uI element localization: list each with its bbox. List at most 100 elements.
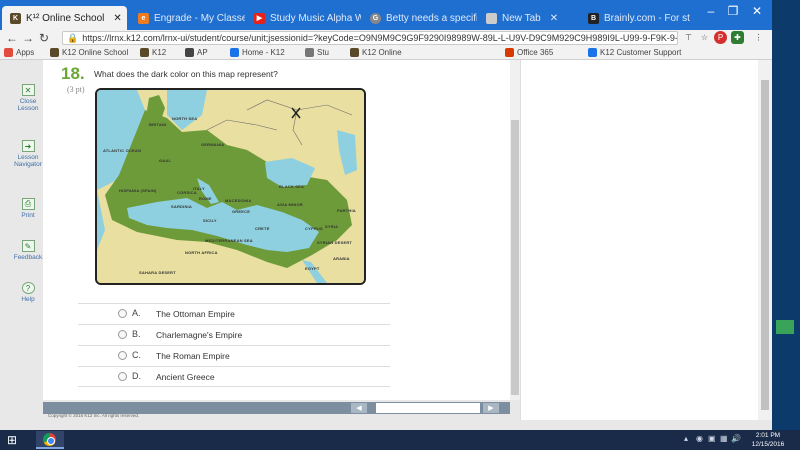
system-clock[interactable]: 2:01 PM 12/15/2016 [742,431,794,449]
filter-icon[interactable]: ⊤ [682,31,695,44]
k12-favicon-icon: K [10,12,21,24]
tab-k12-online-school[interactable]: K K¹² Online School ✕ [2,6,127,30]
clock-date: 12/15/2016 [751,441,785,448]
answer-option-b[interactable]: B. Charlemagne's Empire [78,324,390,345]
page-indicator [376,403,480,413]
forward-arrow-icon[interactable]: → [20,31,36,45]
tab-new-tab[interactable]: New Tab ✕ [478,6,578,30]
tray-app-icon[interactable]: ▣ [708,434,716,443]
bookmarks-bar: Apps K12 Online School K12 AP Home - K12… [0,46,772,60]
question-number: 18. [61,64,85,83]
answer-letter: A. [132,308,141,318]
bookmark-label: K12 Online School [62,48,129,57]
map-label-gaul: GAUL [159,158,172,163]
minimize-icon[interactable]: – [700,4,722,18]
map-label-crete: Crete [255,226,270,231]
bookmark-ap[interactable]: AP [185,48,208,57]
star-icon[interactable]: ☆ [698,31,711,44]
map-label-cyprus: Cyprus [305,226,323,231]
taskbar: ⊞ ▴ ◉ ▣ ▦ 🔊 2:01 PM 12/15/2016 [0,430,800,450]
tab-title: Study Music Alpha W [270,12,361,24]
scroll-thumb[interactable] [761,80,769,410]
rail-label: Print [21,212,35,219]
bookmark-k12-online-school[interactable]: K12 Online School [50,48,128,57]
lesson-navigator-button[interactable]: ➜ Lesson Navigator [10,140,46,168]
rail-label: Help [21,296,35,303]
question-points: (3 pt) [67,85,85,94]
bookmark-k12[interactable]: K12 [140,48,166,57]
apps-icon [4,48,13,57]
ap-icon [185,48,194,57]
radio-button[interactable] [118,330,127,339]
home-icon [230,48,239,57]
navigator-arrow-icon: ➜ [21,140,35,152]
next-page-button[interactable]: ▶ [483,403,499,413]
radio-button[interactable] [118,351,127,360]
address-bar[interactable]: 🔒 https://lrnx.k12.com/lrnx-ui/student/c… [62,31,678,45]
map-label-black-sea: BLACK SEA [279,184,305,189]
engrade-favicon-icon: e [138,12,149,24]
k12-icon [50,48,59,57]
question-scrollbar[interactable] [510,60,520,400]
close-icon[interactable]: ✕ [113,13,121,24]
answer-letter: B. [132,329,141,339]
bookmark-home-k12[interactable]: Home - K12 [230,48,285,57]
close-lesson-icon: ✕ [21,84,35,96]
right-pane [520,60,758,420]
bookmark-label: Office 365 [517,48,554,57]
volume-icon[interactable]: 🔊 [731,434,741,443]
tray-chrome-icon[interactable]: ◉ [696,434,703,443]
rail-label: Close Lesson [17,98,39,112]
windows-start-icon[interactable]: ⊞ [4,433,20,447]
menu-icon[interactable]: ⋮ [752,31,765,44]
answer-option-d[interactable]: D. Ancient Greece [78,366,390,387]
tab-title: K¹² Online School [26,12,105,24]
maximize-icon[interactable]: ❐ [722,4,744,18]
bookmark-k12-customer-support[interactable]: K12 Customer Support [588,48,681,57]
rail-label: Lesson Navigator [14,154,42,168]
bookmark-k12-online[interactable]: K12 Online [350,48,402,57]
map-label-britain: BRITAIN [149,122,167,127]
rail-label: Feedback [13,254,43,261]
map-label-sardinia: Sardinia [171,204,192,209]
bookmark-apps[interactable]: Apps [4,48,34,57]
close-lesson-button[interactable]: ✕ Close Lesson [10,84,46,112]
previous-page-button[interactable]: ◀ [351,403,367,413]
help-button[interactable]: ? Help [10,282,46,303]
scroll-thumb[interactable] [511,120,519,395]
answer-option-c[interactable]: C. The Roman Empire [78,345,390,366]
bookmark-office-365[interactable]: Office 365 [505,48,553,57]
google-favicon-icon: G [370,12,381,24]
bookmark-label: Stu [317,48,330,57]
bookmark-label: Apps [16,48,35,57]
tab-strip: K K¹² Online School ✕ e Engrade - My Cla… [0,0,772,30]
tab-title: Engrade - My Classes [154,12,245,24]
feedback-button[interactable]: ✎ Feedback [10,240,46,261]
support-icon [588,48,597,57]
tab-engrade[interactable]: e Engrade - My Classes ✕ [130,6,245,30]
radio-button[interactable] [118,309,127,318]
tab-brainly[interactable]: B Brainly.com - For studen ✕ [580,6,690,30]
network-icon[interactable]: ▦ [720,434,728,443]
tray-arrow-icon[interactable]: ▴ [684,434,688,443]
tab-title: Betty needs a specific ch [386,12,477,24]
close-window-icon[interactable]: ✕ [746,4,768,18]
extension-icon[interactable]: ✚ [731,31,744,44]
radio-button[interactable] [118,372,127,381]
print-button[interactable]: ⎙ Print [10,198,46,219]
page-scrollbar[interactable] [758,60,772,420]
reload-icon[interactable]: ↻ [36,31,52,45]
copyright-text: Copyright © 2016 K12 Inc. All rights res… [48,413,140,418]
tab-betty[interactable]: G Betty needs a specific ch ✕ [362,6,477,30]
tab-study-music[interactable]: ▶ Study Music Alpha W ✕ [246,6,361,30]
answer-text: The Roman Empire [156,351,230,361]
back-arrow-icon[interactable]: ← [4,31,20,45]
browser-window: K K¹² Online School ✕ e Engrade - My Cla… [0,0,772,430]
close-icon[interactable]: ✕ [550,13,558,24]
desktop-shortcut-icon[interactable] [776,320,794,334]
map-label-syria: SYRIA [325,224,339,229]
answer-option-a[interactable]: A. The Ottoman Empire [78,303,390,324]
bookmark-stu[interactable]: Stu [305,48,329,57]
pinterest-icon[interactable]: P [714,31,727,44]
taskbar-chrome-button[interactable] [36,431,64,449]
